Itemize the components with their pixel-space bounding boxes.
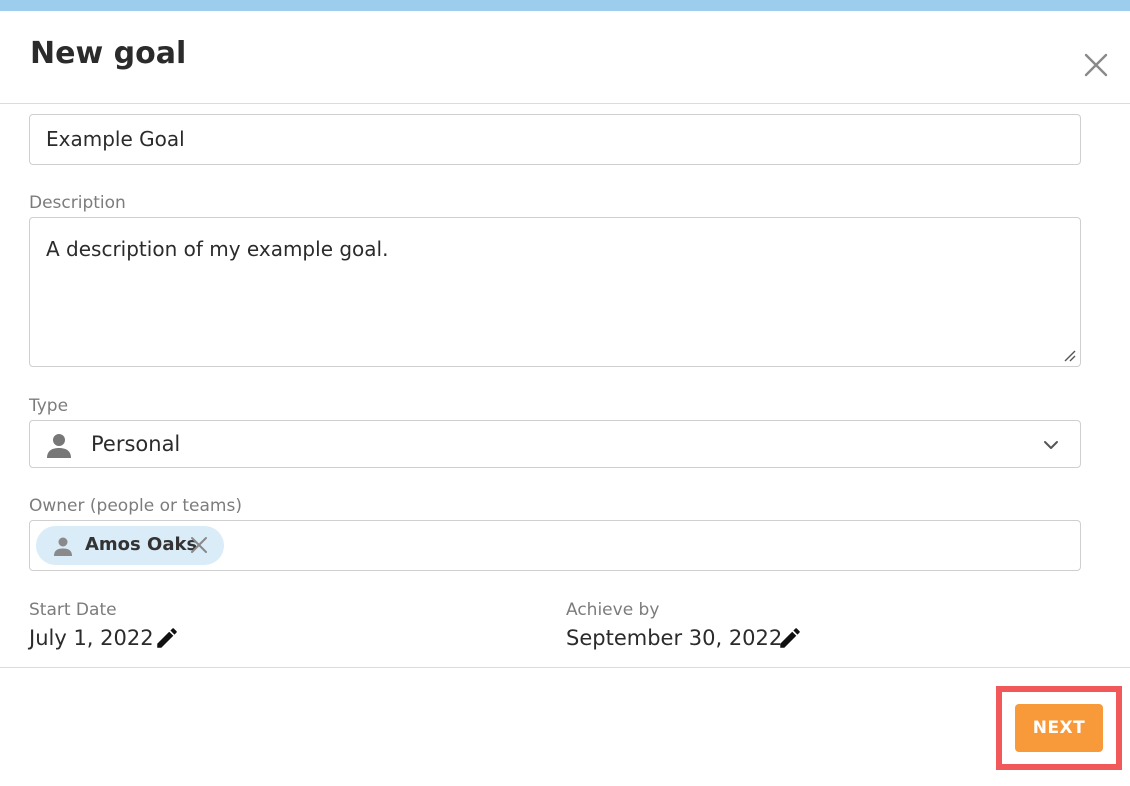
next-button[interactable]: NEXT xyxy=(1015,704,1103,752)
dialog-header: New goal xyxy=(0,11,1130,104)
owner-chip-label: Amos Oaks xyxy=(85,534,198,555)
achieve-by-label: Achieve by xyxy=(566,600,660,620)
pencil-icon[interactable] xyxy=(154,625,180,651)
owner-chip[interactable]: Amos Oaks xyxy=(36,526,224,565)
description-textarea[interactable]: A description of my example goal. xyxy=(29,217,1081,367)
achieve-by-value: September 30, 2022 xyxy=(566,626,783,650)
pencil-icon[interactable] xyxy=(777,625,803,651)
start-date-value: July 1, 2022 xyxy=(29,626,154,650)
description-label: Description xyxy=(29,193,126,213)
start-date-label: Start Date xyxy=(29,600,117,620)
owner-input[interactable]: Amos Oaks xyxy=(29,520,1081,571)
footer-divider xyxy=(0,667,1130,668)
chevron-down-icon xyxy=(1044,441,1058,449)
close-icon[interactable] xyxy=(189,535,209,555)
dialog-title: New goal xyxy=(30,36,187,71)
type-label: Type xyxy=(29,396,69,416)
owner-label: Owner (people or teams) xyxy=(29,496,242,516)
top-accent-bar xyxy=(0,0,1130,11)
close-icon[interactable] xyxy=(1082,51,1110,79)
goal-name-value: Example Goal xyxy=(46,127,185,151)
resize-handle-icon[interactable] xyxy=(1062,348,1076,362)
description-value: A description of my example goal. xyxy=(46,237,389,261)
type-value: Personal xyxy=(91,432,181,456)
person-icon xyxy=(47,434,71,458)
type-select[interactable]: Personal xyxy=(29,420,1081,468)
goal-name-input[interactable]: Example Goal xyxy=(29,114,1081,165)
person-icon xyxy=(54,537,72,556)
